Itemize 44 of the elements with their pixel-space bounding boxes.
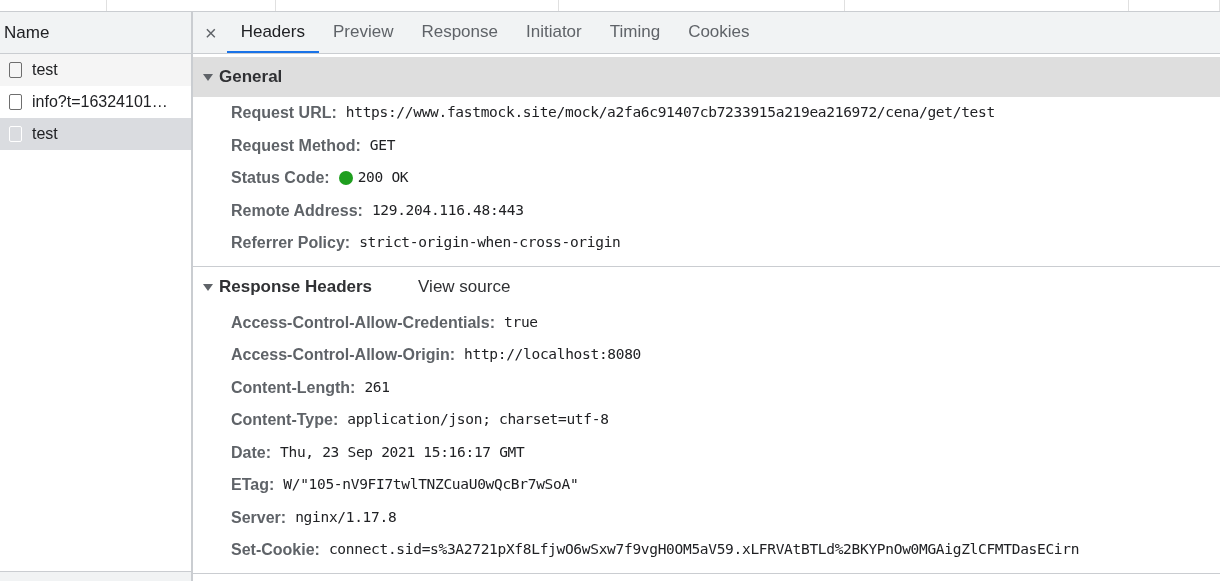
request-row[interactable]: test [0, 118, 191, 150]
header-value: 261 [364, 377, 390, 397]
header-value: 129.204.116.48:443 [371, 200, 524, 220]
tab[interactable]: Cookies [674, 12, 764, 53]
triangle-icon[interactable] [203, 72, 213, 82]
header-name: Request URL: [231, 103, 337, 124]
header-value: Thu, 23 Sep 2021 15:16:17 GMT [280, 442, 525, 462]
header-value: https://www.fastmock.site/mock/a2fa6c91407cb7233915a219ea216972/cena/get/test [345, 103, 995, 123]
header-value: GET [369, 135, 396, 155]
close-button[interactable]: × [203, 12, 219, 53]
header-name: Server: [231, 507, 287, 528]
tab[interactable]: Preview [318, 12, 408, 53]
header-value: connect.sid=s%3A2721pXf8LfjwO6wSxw7f9vgH0OM5aV59.xLFRVAtBTLd%2BKYPnOw0MGAigZlCFMTDasECirn [328, 540, 1080, 560]
tab[interactable]: Response [407, 12, 512, 53]
header-value: true [504, 312, 538, 332]
header-name: Access-Control-Allow-Credentials: [231, 312, 496, 333]
header-name: Remote Address: [231, 200, 363, 221]
view-source-link[interactable]: View source [418, 273, 511, 300]
header-name: Access-Control-Allow-Origin: [231, 345, 455, 366]
tab[interactable]: Timing [595, 12, 675, 53]
section-title[interactable]: Response Headers [219, 273, 373, 300]
header-value: 200 OK [357, 168, 409, 188]
header-value: application/json; charset=utf-8 [347, 410, 609, 430]
header-name: Content-Type: [231, 410, 339, 431]
section-title[interactable]: General [219, 64, 283, 90]
column-header[interactable]: Name [0, 12, 191, 54]
header-value: http://localhost:8080 [464, 345, 642, 365]
header-value: strict-origin-when-cross-origin [359, 233, 621, 253]
header-value: W/"105-nV9FI7twlTNZCuaU0wQcBr7wSoA" [283, 475, 579, 495]
header-name: Date: [231, 442, 271, 463]
header-value: nginx/1.17.8 [295, 507, 397, 527]
header-name: Request Method: [231, 135, 361, 156]
header-name: Status Code: [231, 168, 330, 189]
file-icon [9, 126, 22, 142]
header-name: Referrer Policy: [231, 233, 351, 254]
file-icon [9, 94, 22, 110]
header-name: ETag: [231, 475, 275, 496]
triangle-icon[interactable] [203, 281, 213, 292]
tab[interactable]: Initiator [512, 12, 596, 53]
request-row[interactable]: test [0, 54, 191, 86]
tab[interactable]: Headers [226, 12, 319, 53]
header-name: Set-Cookie: [231, 540, 320, 561]
header-name: Content-Length: [231, 377, 356, 398]
file-icon [9, 62, 22, 78]
